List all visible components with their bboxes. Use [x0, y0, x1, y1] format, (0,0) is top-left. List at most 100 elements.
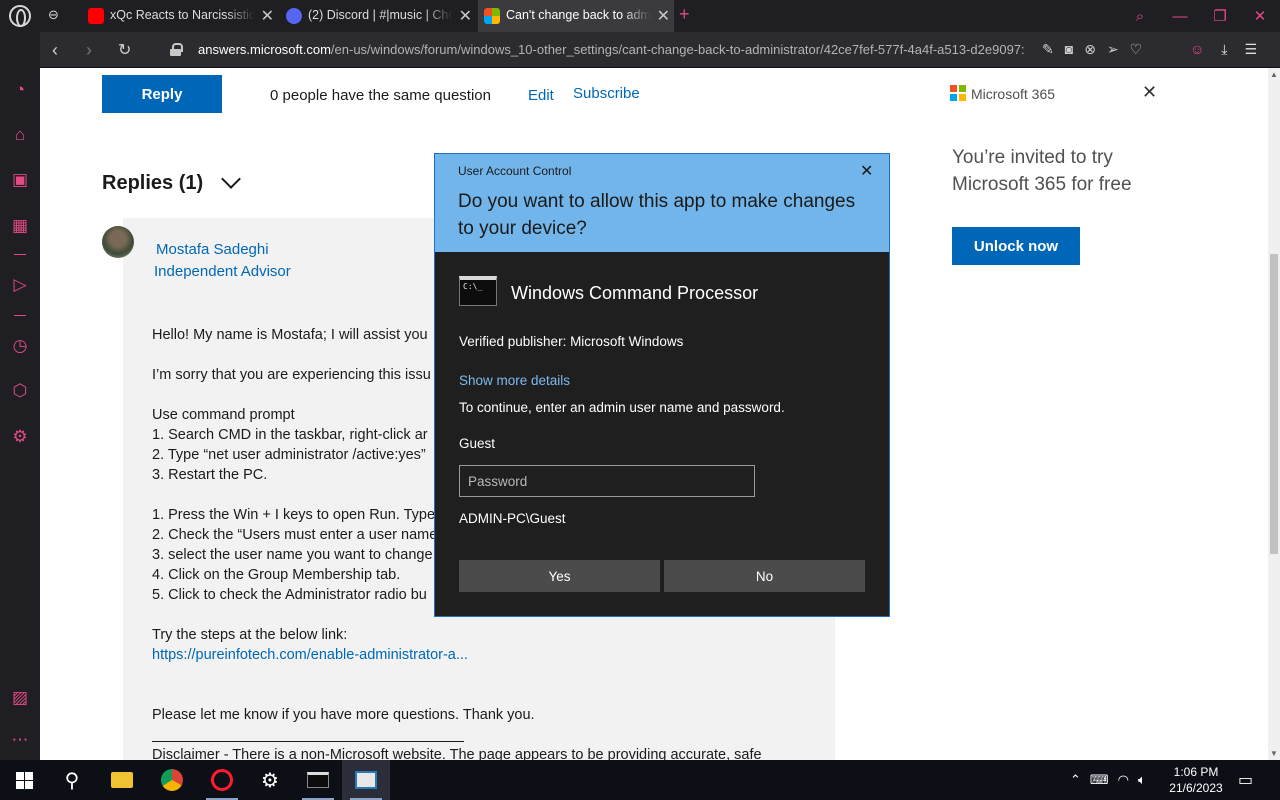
tab-youtube[interactable]: xQc Reacts to Narcissistic P ✕	[82, 0, 278, 32]
command-prompt-icon: C:\_	[459, 276, 497, 306]
uac-header: User Account Control ✕ Do you want to al…	[435, 154, 889, 252]
gallery-icon[interactable]: ▨	[10, 688, 30, 708]
uac-taskbar-icon[interactable]	[342, 760, 390, 800]
reply-text-line: Please let me know if you have more ques…	[152, 707, 535, 723]
show-more-details-link[interactable]: Show more details	[459, 373, 570, 388]
scroll-down-icon[interactable]: ▼	[1270, 749, 1278, 758]
tab-discord[interactable]: (2) Discord | #|music | Cho ✕	[280, 0, 476, 32]
opera-sidebar: ◔ ⌂ ▣ ▦ ▷ ◷ ⬡ ⚙ ▨ ⋯	[0, 32, 40, 760]
speed-dial-icon[interactable]: ◔	[10, 80, 30, 100]
twitch-icon[interactable]: ▣	[10, 170, 30, 190]
url-text[interactable]: answers.microsoft.com/en-us/windows/foru…	[198, 42, 1033, 57]
close-tab-icon[interactable]: ✕	[459, 6, 472, 26]
url-path: /en-us/windows/forum/windows_10-other_se…	[330, 42, 1025, 57]
search-tabs-icon[interactable]: ⌕	[1120, 0, 1160, 32]
back-icon[interactable]: ‹	[52, 40, 58, 61]
same-question-count: 0 people have the same question	[270, 87, 491, 104]
url-field[interactable]: answers.microsoft.com/en-us/windows/foru…	[168, 37, 1178, 63]
forward-icon[interactable]: ›	[86, 40, 92, 61]
close-tab-icon[interactable]: ✕	[657, 6, 670, 26]
more-icon[interactable]: ⋯	[10, 730, 30, 750]
workspaces-icon[interactable]: ⊖	[48, 7, 70, 25]
crypto-wallet-icon[interactable]: ▦	[10, 216, 30, 236]
reply-text-line: 5. Click to check the Administrator radi…	[152, 587, 427, 603]
input-method-icon[interactable]: ⌨	[1090, 772, 1109, 788]
pureinfotech-link[interactable]: https://pureinfotech.com/enable-administ…	[152, 647, 468, 663]
author-name[interactable]: Mostafa Sadeghi	[156, 241, 269, 258]
close-icon[interactable]: ✕	[860, 161, 873, 181]
avatar[interactable]	[102, 226, 134, 258]
tab-title: xQc Reacts to Narcissistic P	[110, 8, 255, 22]
command-prompt-taskbar-icon[interactable]	[294, 760, 342, 800]
close-window-icon[interactable]: ✕	[1240, 0, 1280, 32]
reply-text-line: 2. Type “net user administrator /active:…	[152, 447, 426, 463]
new-tab-icon[interactable]: +	[679, 4, 690, 25]
reply-text-line: Use command prompt	[152, 407, 295, 423]
no-button[interactable]: No	[664, 560, 865, 592]
youtube-favicon-icon	[88, 8, 104, 24]
adblock-icon[interactable]: ⊗	[1084, 41, 1096, 58]
settings-taskbar-icon[interactable]: ⚙	[246, 760, 294, 800]
uac-dialog: User Account Control ✕ Do you want to al…	[434, 153, 890, 617]
wifi-icon[interactable]: ◠	[1118, 772, 1129, 788]
lock-icon[interactable]	[170, 43, 183, 56]
uac-question: Do you want to allow this app to make ch…	[458, 191, 856, 239]
settings-icon[interactable]: ⚙	[10, 427, 30, 447]
ad-title: You’re invited to try Microsoft 365 for …	[952, 147, 1132, 195]
reload-icon[interactable]: ↻	[118, 40, 131, 60]
show-hidden-icons-icon[interactable]: ⌃	[1070, 772, 1081, 788]
reply-text-line: Try the steps at the below link:	[152, 627, 348, 643]
close-tab-icon[interactable]: ✕	[261, 6, 274, 26]
system-tray: ⌃ ⌨ ◠ 🔈︎	[1070, 772, 1146, 788]
user-name-label: Guest	[459, 436, 496, 451]
opera-menu-icon[interactable]	[9, 5, 31, 27]
workspace-icon[interactable]: ⌂	[10, 125, 30, 145]
profile-icon[interactable]: ☺	[1190, 41, 1204, 58]
opera-taskbar-icon[interactable]	[198, 760, 246, 800]
minimize-icon[interactable]: —	[1160, 0, 1200, 32]
easy-setup-icon[interactable]: ☰	[1245, 41, 1258, 58]
send-icon[interactable]: ➢	[1107, 41, 1119, 58]
clock-date: 21/6/2023	[1169, 781, 1223, 795]
tab-title: (2) Discord | #|music | Cho	[308, 8, 453, 22]
tab-microsoft-answers[interactable]: Can't change back to admi ✕	[478, 0, 674, 32]
subscribe-link[interactable]: Subscribe	[573, 85, 640, 102]
sidebar-divider	[14, 315, 26, 316]
notifications-icon[interactable]: ▭	[1238, 770, 1253, 790]
unlock-now-button[interactable]: Unlock now	[952, 227, 1080, 265]
microsoft-favicon-icon	[484, 8, 500, 24]
snapshot-icon[interactable]: ◙	[1065, 41, 1073, 58]
clock[interactable]: 1:06 PM 21/6/2023	[1164, 764, 1228, 796]
page-scrollbar[interactable]: ▲ ▼	[1268, 68, 1280, 760]
password-field[interactable]	[459, 465, 755, 497]
file-explorer-icon[interactable]	[98, 760, 146, 800]
continue-instructions: To continue, enter an admin user name an…	[459, 400, 785, 415]
history-icon[interactable]: ◷	[10, 336, 30, 356]
chrome-icon[interactable]	[148, 760, 196, 800]
search-icon[interactable]: ⚲	[48, 760, 96, 800]
divider	[152, 741, 464, 742]
tab-title: Can't change back to admi	[506, 8, 651, 22]
reply-button[interactable]: Reply	[102, 75, 222, 113]
yes-button[interactable]: Yes	[459, 560, 660, 592]
reply-text-line: 1. Press the Win + I keys to open Run. T…	[152, 507, 436, 523]
app-name: Windows Command Processor	[511, 283, 759, 303]
downloads-icon[interactable]: ⤓	[1221, 41, 1227, 58]
scroll-up-icon[interactable]: ▲	[1270, 70, 1278, 79]
disclaimer-line: Disclaimer - There is a non-Microsoft we…	[152, 747, 762, 760]
close-ad-icon[interactable]: ✕	[1142, 82, 1157, 103]
bookmark-heart-icon[interactable]: ♡	[1130, 41, 1143, 58]
restore-icon[interactable]: ❐	[1200, 0, 1240, 32]
player-icon[interactable]: ▷	[10, 275, 30, 295]
extensions-icon[interactable]: ⬡	[10, 381, 30, 401]
reply-text-line: 3. Restart the PC.	[152, 467, 268, 483]
sidebar-divider	[14, 254, 26, 255]
scroll-thumb[interactable]	[1270, 254, 1278, 554]
chevron-down-icon[interactable]	[221, 169, 241, 189]
edit-link[interactable]: Edit	[528, 87, 554, 104]
edit-page-icon[interactable]: ✎	[1042, 41, 1054, 58]
start-button[interactable]	[0, 760, 48, 800]
window-controls: ⌕ — ❐ ✕	[1120, 0, 1280, 32]
volume-icon[interactable]: 🔈︎	[1138, 772, 1146, 788]
author-role[interactable]: Independent Advisor	[154, 263, 291, 280]
